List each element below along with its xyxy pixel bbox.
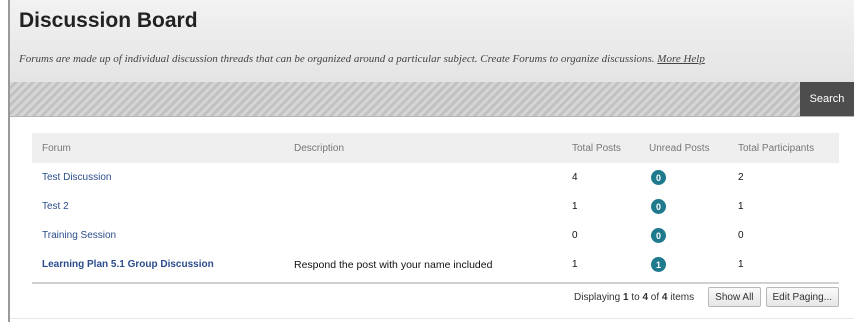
forum-link[interactable]: Test Discussion (42, 172, 111, 183)
forum-link[interactable]: Training Session (42, 230, 116, 241)
table-row: Learning Plan 5.1 Group Discussion Respo… (32, 250, 839, 279)
page-subtitle: Forums are made up of individual discuss… (19, 53, 705, 65)
column-header-unread-posts[interactable]: Unread Posts (649, 143, 738, 154)
total-participants: 0 (738, 230, 744, 241)
total-posts: 0 (572, 230, 578, 241)
total-posts: 1 (572, 259, 578, 270)
total-participants: 1 (738, 201, 744, 212)
total-participants: 2 (738, 172, 744, 183)
column-header-description[interactable]: Description (294, 143, 572, 154)
paging-of: of (650, 291, 660, 303)
subtitle-text: Forums are made up of individual discuss… (19, 53, 655, 65)
paging-info: Displaying 1 to 4 of 4 items (574, 292, 694, 303)
forum-link[interactable]: Test 2 (42, 201, 69, 212)
paging-footer: Displaying 1 to 4 of 4 items Show All Ed… (32, 285, 839, 309)
forum-table: Forum Description Total Posts Unread Pos… (32, 133, 839, 284)
action-bar: Search (10, 82, 854, 117)
unread-posts-badge[interactable]: 0 (651, 170, 666, 185)
paging-total: 4 (661, 291, 668, 303)
forum-link[interactable]: Learning Plan 5.1 Group Discussion (42, 259, 214, 270)
table-bottom-rule (32, 282, 839, 284)
total-posts: 1 (572, 201, 578, 212)
column-header-total-posts[interactable]: Total Posts (572, 143, 649, 154)
total-posts: 4 (572, 172, 578, 183)
table-row: Training Session 0 0 0 (32, 221, 839, 250)
unread-posts-badge[interactable]: 1 (651, 257, 666, 272)
paging-items: items (670, 291, 695, 303)
forum-description: Respond the post with your name included (294, 258, 493, 271)
page-header: Discussion Board Forums are made up of i… (10, 0, 854, 83)
show-all-button[interactable]: Show All (708, 287, 761, 307)
edit-paging-button[interactable]: Edit Paging... (765, 287, 839, 307)
total-participants: 1 (738, 259, 744, 270)
paging-prefix: Displaying (574, 291, 621, 303)
column-header-total-participants[interactable]: Total Participants (738, 143, 839, 154)
unread-posts-badge[interactable]: 0 (651, 228, 666, 243)
range-start: 1 (622, 291, 629, 303)
range-end: 4 (642, 291, 648, 303)
table-header: Forum Description Total Posts Unread Pos… (32, 133, 839, 163)
page-title: Discussion Board (19, 9, 198, 32)
table-row: Test Discussion 4 0 2 (32, 163, 839, 192)
paging-to: to (631, 291, 640, 303)
table-row: Test 2 1 0 1 (32, 192, 839, 221)
unread-posts-badge[interactable]: 0 (651, 199, 666, 214)
column-header-forum[interactable]: Forum (32, 143, 294, 154)
search-button[interactable]: Search (800, 82, 854, 116)
more-help-link[interactable]: More Help (657, 53, 705, 65)
bottom-divider (10, 318, 854, 319)
